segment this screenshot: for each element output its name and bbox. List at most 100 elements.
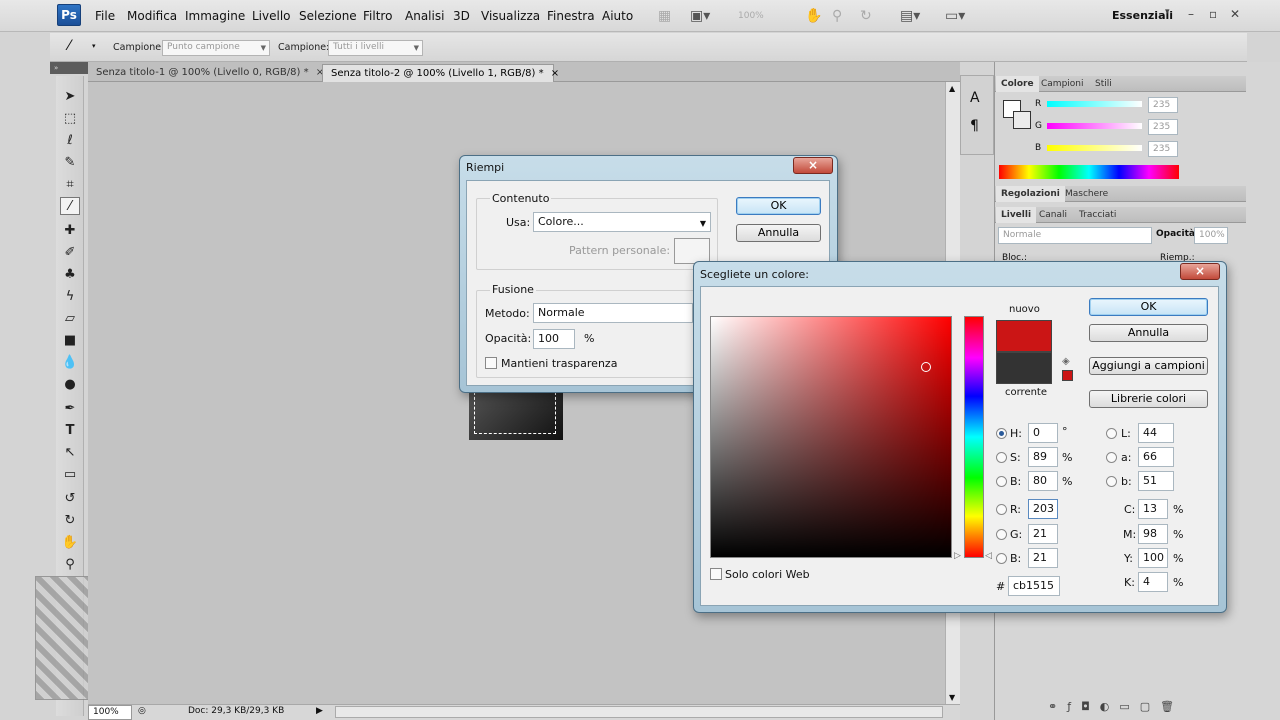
eraser-tool-icon[interactable]: ▱ (60, 310, 80, 328)
healing-brush-tool-icon[interactable]: ✚ (60, 222, 80, 240)
tab-maschere[interactable]: Maschere (1060, 186, 1113, 202)
sample-size-select[interactable]: Punto campione ▼ (162, 40, 270, 56)
lab-l-input[interactable]: 44 (1138, 423, 1174, 443)
pen-tool-icon[interactable]: ✒ (60, 400, 80, 418)
hand-tool-icon[interactable]: ✋ (60, 534, 80, 552)
color-ramp[interactable] (999, 165, 1179, 179)
lab-b-input[interactable]: 51 (1138, 471, 1174, 491)
crop-tool-icon[interactable]: ⌗ (60, 176, 80, 194)
rotate-view-icon[interactable]: ↻ (860, 6, 872, 26)
lab-b-radio[interactable] (1106, 476, 1117, 487)
menu-modifica[interactable]: Modifica (127, 9, 177, 23)
hand-icon[interactable]: ✋ (805, 6, 822, 26)
blur-tool-icon[interactable]: 💧 (60, 354, 80, 372)
color-field-cursor[interactable] (921, 362, 931, 372)
fill-ok-button[interactable]: OK (736, 197, 821, 215)
marquee-tool-icon[interactable]: ⬚ (60, 110, 80, 128)
brightness-input[interactable]: 80 (1028, 471, 1058, 491)
lab-a-input[interactable]: 66 (1138, 447, 1174, 467)
toolbar-collapse-strip[interactable]: » (50, 62, 88, 74)
menu-analisi[interactable]: Analisi (405, 9, 444, 23)
channel-b-slider[interactable] (1047, 145, 1142, 151)
quick-selection-tool-icon[interactable]: ✎ (60, 154, 80, 172)
channel-g-value[interactable]: 235 (1148, 119, 1178, 135)
tool-preset-dropdown-icon[interactable]: ▾ (92, 42, 96, 50)
channel-b-value[interactable]: 235 (1148, 141, 1178, 157)
history-brush-tool-icon[interactable]: ϟ (60, 288, 80, 306)
blend-mode-select[interactable]: Normale (998, 227, 1152, 244)
tab-tracciati[interactable]: Tracciati (1074, 207, 1121, 223)
hue-slider[interactable] (964, 316, 984, 558)
shape-tool-icon[interactable]: ▭ (60, 466, 80, 484)
guides-view-icon[interactable]: ▣▾ (690, 6, 710, 26)
hue-radio[interactable] (996, 428, 1007, 439)
cmyk-m-input[interactable]: 98 (1138, 524, 1168, 544)
fill-cancel-button[interactable]: Annulla (736, 224, 821, 242)
clone-stamp-tool-icon[interactable]: ♣ (60, 266, 80, 284)
menu-finestra[interactable]: Finestra (547, 9, 595, 23)
workspace-switcher[interactable]: Essenziali (1112, 9, 1173, 22)
layer-opacity-value[interactable]: 100% (1194, 227, 1228, 244)
tab-stili[interactable]: Stili (1090, 76, 1117, 92)
character-panel-icon[interactable]: A (970, 90, 980, 106)
menu-immagine[interactable]: Immagine (185, 9, 245, 23)
hex-input[interactable]: cb1515 (1008, 576, 1060, 596)
gamut-color-swatch[interactable] (1062, 370, 1073, 381)
3d-orbit-tool-icon[interactable]: ↻ (60, 512, 80, 530)
blue-input[interactable]: 21 (1028, 548, 1058, 568)
add-to-swatches-button[interactable]: Aggiungi a campioni (1089, 357, 1208, 375)
menu-3d[interactable]: 3D (453, 9, 470, 23)
background-color-swatch[interactable] (1013, 111, 1031, 129)
path-selection-tool-icon[interactable]: ↖ (60, 444, 80, 462)
tab-canali[interactable]: Canali (1034, 207, 1072, 223)
fill-dialog-close-button[interactable]: × (793, 157, 833, 174)
tab-document-1[interactable]: Senza titolo-1 @ 100% (Livello 0, RGB/8)… (88, 64, 324, 82)
arrange-docs-icon[interactable]: ▤▾ (900, 6, 920, 26)
saturation-input[interactable]: 89 (1028, 447, 1058, 467)
saturation-radio[interactable] (996, 452, 1007, 463)
brush-tool-icon[interactable]: ✐ (60, 244, 80, 262)
tab-close-icon[interactable]: × (551, 68, 559, 79)
close-icon[interactable]: ✕ (1230, 7, 1240, 21)
eyedropper-tool-icon[interactable]: ⁄ (60, 197, 80, 215)
channel-r-value[interactable]: 235 (1148, 97, 1178, 113)
lab-l-radio[interactable] (1106, 428, 1117, 439)
gradient-tool-icon[interactable]: ■ (60, 332, 80, 350)
green-input[interactable]: 21 (1028, 524, 1058, 544)
color-picker-close-button[interactable]: × (1180, 263, 1220, 280)
saturation-brightness-field[interactable] (710, 316, 952, 558)
tab-regolazioni[interactable]: Regolazioni (996, 186, 1065, 202)
channel-r-slider[interactable] (1047, 101, 1142, 107)
scroll-down-icon[interactable]: ▼ (949, 693, 955, 702)
screen-mode-icon[interactable]: ▭▾ (945, 6, 965, 26)
tab-livelli[interactable]: Livelli (996, 207, 1037, 223)
paragraph-panel-icon[interactable]: ¶ (970, 118, 979, 134)
menu-selezione[interactable]: Selezione (299, 9, 357, 23)
cmyk-k-input[interactable]: 4 (1138, 572, 1168, 592)
sample-layers-select[interactable]: Tutti i livelli ▼ (328, 40, 423, 56)
scroll-up-icon[interactable]: ▲ (949, 84, 955, 93)
preserve-transparency-checkbox[interactable] (485, 357, 497, 369)
menu-visualizza[interactable]: Visualizza (481, 9, 540, 23)
hue-input[interactable]: 0 (1028, 423, 1058, 443)
dodge-tool-icon[interactable]: ● (60, 376, 80, 394)
lab-a-radio[interactable] (1106, 452, 1117, 463)
zoom-tool-icon[interactable]: ⚲ (60, 556, 80, 574)
cmyk-c-input[interactable]: 13 (1138, 499, 1168, 519)
layers-footer-icons[interactable]: ⚭ƒ◘◐▭▢🗑 (1048, 700, 1246, 714)
green-radio[interactable] (996, 529, 1007, 540)
cmyk-y-input[interactable]: 100 (1138, 548, 1168, 568)
bridge-icon[interactable]: ▦ (658, 6, 671, 26)
type-tool-icon[interactable]: T (60, 422, 80, 440)
hue-slider-left-arrow-icon[interactable]: ▷ (954, 551, 961, 561)
zoom-level-display[interactable]: 100% (738, 6, 764, 26)
3d-rotate-tool-icon[interactable]: ↺ (60, 490, 80, 508)
zoom-icon[interactable]: ⚲ (832, 6, 842, 26)
hue-slider-right-arrow-icon[interactable]: ◁ (985, 551, 992, 561)
restore-icon[interactable]: ▫ (1209, 7, 1217, 21)
channel-g-slider[interactable] (1047, 123, 1142, 129)
blue-radio[interactable] (996, 553, 1007, 564)
picker-cancel-button[interactable]: Annulla (1089, 324, 1208, 342)
minimize-icon[interactable]: – (1188, 7, 1194, 21)
horizontal-scrollbar[interactable] (335, 706, 943, 718)
